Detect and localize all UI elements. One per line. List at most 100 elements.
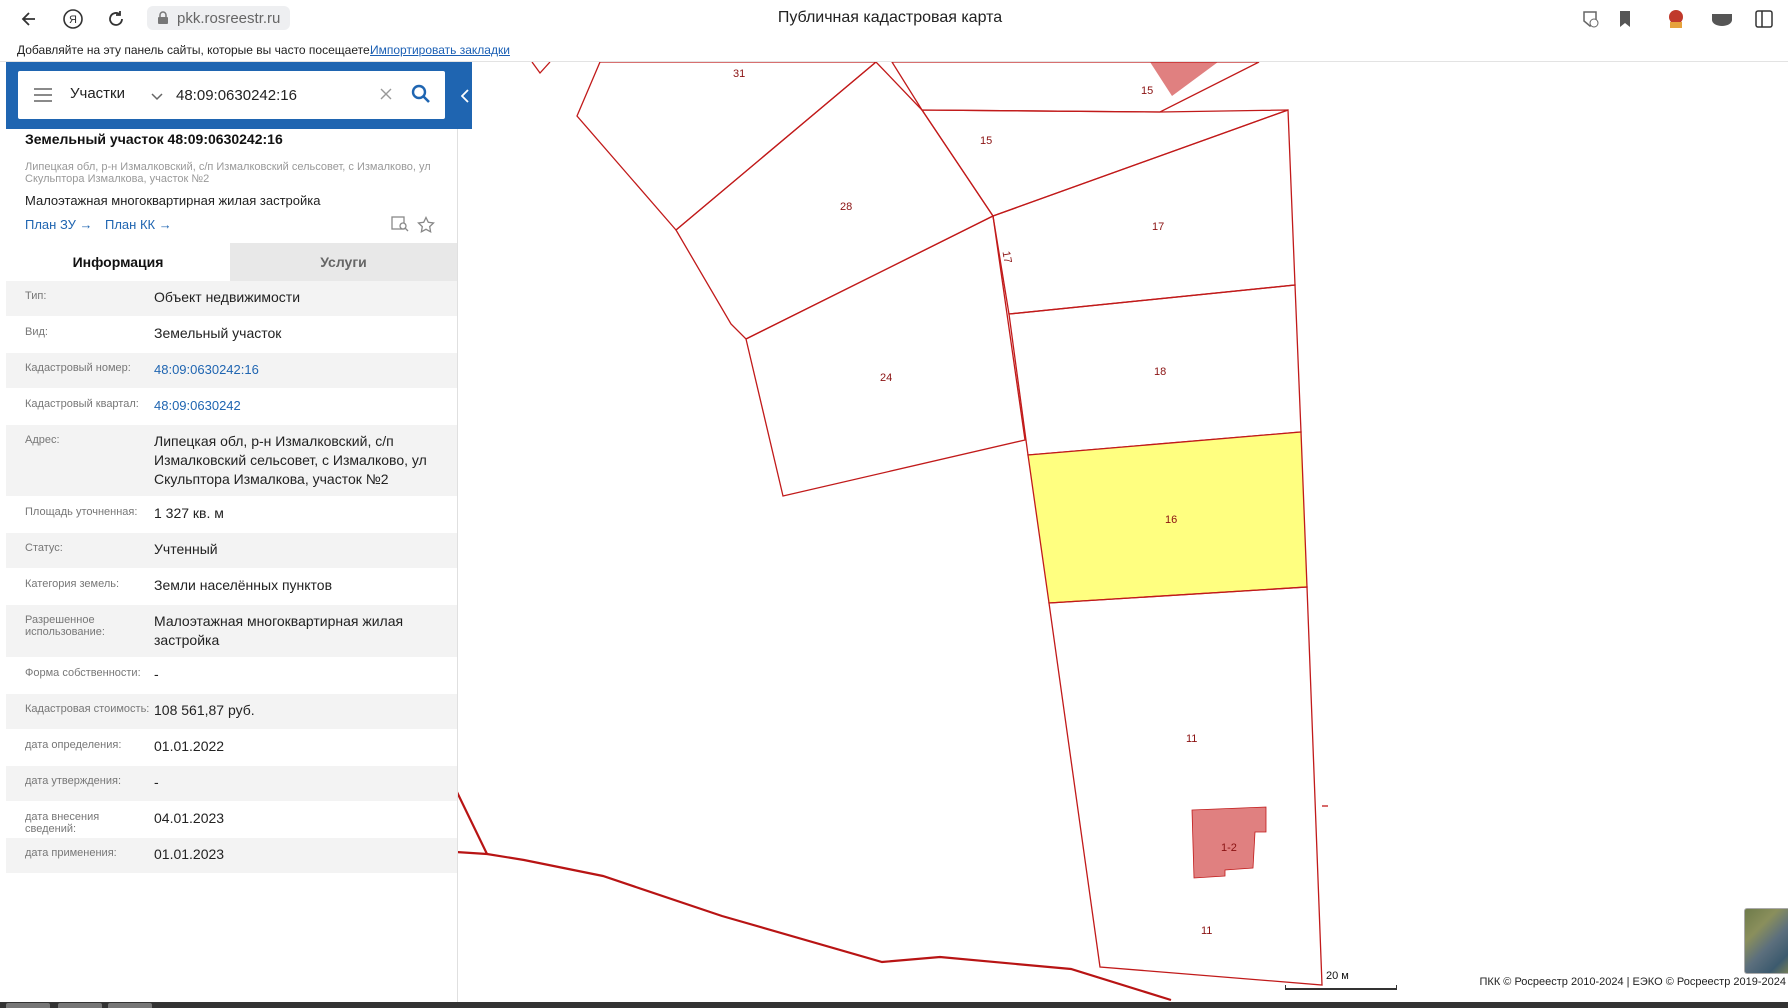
building-label: 1-2 bbox=[1221, 842, 1237, 854]
search-header: Участки 48:09:0630242:16 bbox=[6, 62, 472, 129]
info-row: дата внесения сведений: 04.01.2023 bbox=[6, 802, 457, 838]
search-icon[interactable] bbox=[411, 84, 431, 109]
protect-icon[interactable] bbox=[1578, 7, 1602, 31]
reload-icon[interactable] bbox=[103, 6, 129, 32]
object-address: Липецкая обл, р-н Измалковский, с/п Изма… bbox=[25, 161, 431, 185]
info-row-value: Земельный участок bbox=[154, 325, 282, 341]
preview-icon[interactable] bbox=[391, 216, 409, 237]
tab-services[interactable]: Услуги bbox=[230, 243, 457, 281]
taskbar-item[interactable] bbox=[58, 1003, 102, 1008]
parcel-label-selected: 16 bbox=[1165, 514, 1177, 526]
info-row-value: Липецкая обл, р-н Измалковский, с/п Изма… bbox=[154, 433, 427, 487]
extension-icon[interactable] bbox=[1664, 7, 1688, 31]
scale-bar bbox=[1285, 985, 1397, 990]
object-title: Земельный участок 48:09:0630242:16 bbox=[25, 131, 283, 147]
info-row: Тип: Объект недвижимости bbox=[6, 281, 457, 317]
info-row: Статус: Учтенный bbox=[6, 533, 457, 569]
info-row-value: 1 327 кв. м bbox=[154, 505, 224, 521]
close-icon[interactable] bbox=[380, 87, 392, 105]
info-row-value: 01.01.2023 bbox=[154, 846, 225, 862]
info-row: Форма собственности: - bbox=[6, 658, 457, 694]
star-icon[interactable] bbox=[417, 215, 435, 239]
info-row-value: - bbox=[154, 774, 159, 790]
search-type-select[interactable]: Участки bbox=[70, 85, 125, 102]
info-row-label: Кадастровый номер: bbox=[25, 362, 131, 374]
parcel-label: 31 bbox=[733, 68, 745, 80]
info-row: дата определения: 01.01.2022 bbox=[6, 730, 457, 766]
info-row-link[interactable]: 48:09:0630242 bbox=[151, 389, 457, 424]
info-row-value: Земли населённых пунктов bbox=[154, 577, 333, 593]
object-use: Малоэтажная многоквартирная жилая застро… bbox=[25, 193, 321, 208]
back-icon[interactable] bbox=[16, 6, 42, 32]
sidebar-icon[interactable] bbox=[1752, 7, 1776, 31]
info-row-value: - bbox=[154, 666, 159, 682]
info-row-label: Разрешенное использование: bbox=[25, 614, 105, 638]
taskbar-item[interactable] bbox=[108, 1003, 152, 1008]
parcel-15 bbox=[920, 109, 1289, 217]
tab-information[interactable]: Информация bbox=[6, 243, 230, 281]
info-row-label: Вид: bbox=[25, 326, 48, 338]
collapse-panel-icon[interactable] bbox=[457, 62, 472, 129]
info-row-label: Кадастровая стоимость: bbox=[25, 703, 150, 715]
parcel-label: 17 bbox=[1152, 221, 1164, 233]
plan-zu-link[interactable]: План ЗУ → bbox=[25, 217, 93, 232]
parcel-11 bbox=[1048, 586, 1323, 986]
parcel-fragment bbox=[531, 62, 551, 75]
info-row-label: Категория земель: bbox=[25, 578, 120, 590]
info-row: Адрес: Липецкая обл, р-н Измалковский, с/… bbox=[6, 425, 457, 497]
info-row: Вид: Земельный участок bbox=[6, 317, 457, 353]
address-bar[interactable]: pkk.rosreestr.ru bbox=[147, 6, 291, 30]
yandex-icon[interactable]: Я bbox=[60, 6, 86, 32]
bookmarks-bar: Добавляйте на эту панель сайты, которые … bbox=[0, 36, 1788, 62]
parcel-label: 18 bbox=[1154, 366, 1166, 378]
info-row-link[interactable]: 48:09:0630242:16 bbox=[151, 353, 457, 388]
parcel-17 bbox=[992, 109, 1296, 315]
info-table: Тип: Объект недвижимости Вид: Земельный уча… bbox=[6, 281, 457, 874]
panel-tabs: Информация Услуги bbox=[6, 243, 457, 281]
info-row-label: Кадастровый квартал: bbox=[25, 398, 139, 410]
parcel-24 bbox=[745, 215, 1026, 497]
info-row: Площадь уточненная: 1 327 кв. м bbox=[6, 497, 457, 533]
map-attribution: ПКК © Росреестр 2010-2024 | ЕЭКО © Росре… bbox=[1477, 976, 1788, 988]
info-row-label: дата определения: bbox=[25, 739, 122, 751]
info-panel: Участки 48:09:0630242:16 Земельный участ… bbox=[6, 62, 472, 1002]
parcel-label: 28 bbox=[840, 201, 852, 213]
svg-text:Я: Я bbox=[69, 14, 77, 26]
taskbar-item[interactable] bbox=[6, 1003, 50, 1008]
parcel-label: 24 bbox=[880, 372, 892, 384]
downloads-icon[interactable] bbox=[1710, 7, 1734, 31]
lock-icon bbox=[157, 11, 169, 29]
import-bookmarks-link[interactable]: Импортировать закладки bbox=[370, 43, 510, 57]
info-row: дата утверждения: - bbox=[6, 766, 457, 802]
bookmarks-hint: Добавляйте на эту панель сайты, которые … bbox=[17, 43, 373, 57]
plan-kk-link[interactable]: План КК → bbox=[105, 217, 172, 232]
chevron-down-icon[interactable] bbox=[151, 88, 163, 106]
parcel-label: 17 bbox=[1000, 250, 1014, 264]
parcel-28 bbox=[675, 62, 994, 340]
scale-label: 20 м bbox=[1326, 970, 1349, 982]
building-fragment bbox=[1150, 62, 1218, 96]
bookmark-icon[interactable] bbox=[1613, 7, 1637, 31]
info-row: Категория земель: Земли населённых пункто… bbox=[6, 569, 457, 605]
info-row-value: 01.01.2022 bbox=[154, 738, 225, 754]
info-row-label: Статус: bbox=[25, 542, 63, 554]
search-box: Участки 48:09:0630242:16 bbox=[18, 71, 445, 119]
info-row: Кадастровая стоимость: 108 561,87 руб. bbox=[6, 694, 457, 730]
info-row-value: Объект недвижимости bbox=[154, 289, 301, 305]
parcel-label: 11 bbox=[1201, 925, 1212, 937]
parcel-31 bbox=[576, 62, 878, 231]
menu-icon[interactable] bbox=[34, 88, 52, 102]
info-row-value: Малоэтажная многоквартирная жилая застро… bbox=[154, 613, 404, 648]
info-row-label: Адрес: bbox=[25, 434, 60, 446]
search-input[interactable]: 48:09:0630242:16 bbox=[176, 87, 297, 104]
parcel-label: 11 bbox=[1186, 733, 1197, 745]
info-row-value: Учтенный bbox=[154, 541, 218, 557]
basemap-switcher[interactable] bbox=[1744, 908, 1788, 974]
info-row: Кадастровый квартал: 48:09:0630242 bbox=[6, 389, 457, 425]
info-row: дата применения: 01.01.2023 bbox=[6, 838, 457, 874]
info-row: Разрешенное использование: Малоэтажная мн… bbox=[6, 605, 457, 658]
page-title: Публичная кадастровая карта bbox=[777, 9, 1003, 26]
url-text: pkk.rosreestr.ru bbox=[177, 9, 281, 27]
info-row-label: дата утверждения: bbox=[25, 775, 122, 787]
info-row-label: дата применения: bbox=[25, 847, 117, 859]
